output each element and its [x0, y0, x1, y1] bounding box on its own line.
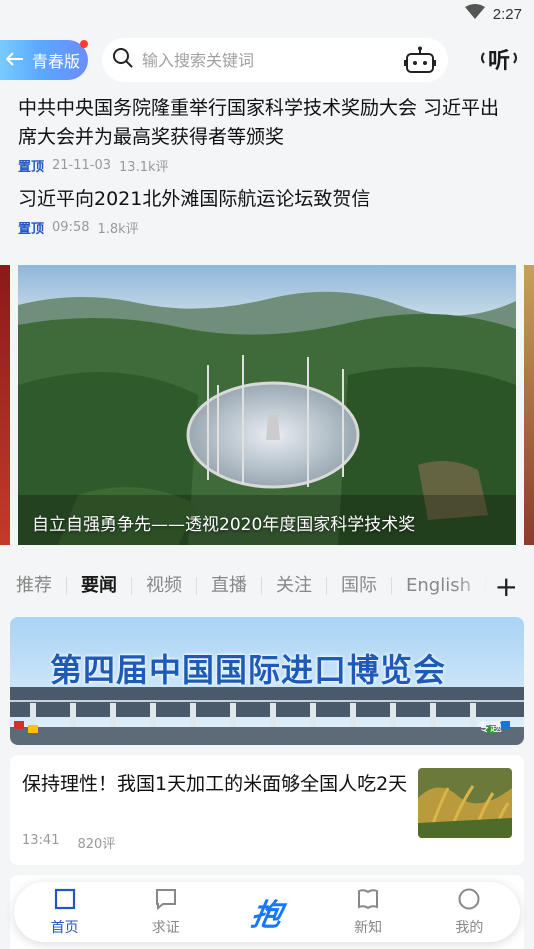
- robot-icon[interactable]: [404, 46, 436, 78]
- news-meta: 13:41 820评: [22, 833, 115, 852]
- status-time: 2:27: [492, 5, 522, 23]
- news-time: 13:41: [22, 833, 60, 848]
- nav-mine[interactable]: 我的: [434, 887, 504, 937]
- tab-video[interactable]: 视频: [146, 577, 197, 595]
- youth-version-button[interactable]: 青春版: [0, 40, 88, 80]
- hero-carousel[interactable]: 自立自强勇争先——透视2020年度国家科学技术奖: [0, 265, 534, 545]
- tab-follow[interactable]: 关注: [276, 577, 327, 595]
- pinned-badge: 置顶: [18, 222, 45, 237]
- tab-news[interactable]: 要闻: [81, 577, 132, 595]
- nav-home[interactable]: 首页: [30, 887, 100, 937]
- news-title: 保持理性！我国1天加工的米面够全国人吃2天: [22, 773, 408, 795]
- tab-live[interactable]: 直播: [211, 577, 262, 595]
- nav-newknow[interactable]: 新知: [333, 887, 403, 937]
- bottom-navigation: 首页 求证 抱 新知 我的: [14, 882, 520, 942]
- nav-verify-label: 求证: [151, 920, 180, 936]
- sound-wave-left-icon: [478, 50, 486, 69]
- carousel-caption: 自立自强勇争先——透视2020年度国家科学技术奖: [32, 515, 416, 535]
- channel-tabs: 推荐 要闻 视频 直播 关注 国际 English +: [0, 568, 534, 604]
- nav-home-label: 首页: [50, 920, 79, 936]
- headline-item[interactable]: 习近平向2021北外滩国际航运论坛致贺信 置顶 09:58 1.8k评: [18, 185, 516, 237]
- search-box[interactable]: [102, 38, 448, 82]
- headline-date: 21-11-03: [52, 158, 112, 173]
- tabs-fade: [454, 568, 494, 604]
- headline-comments: 1.8k评: [97, 222, 139, 237]
- topic-banner[interactable]: 第四届中国国际进口博览会 专题: [10, 617, 524, 745]
- youth-version-label: 青春版: [32, 52, 81, 71]
- search-icon: [112, 47, 134, 73]
- headline-item[interactable]: 中共中央国务院隆重举行国家科学技术奖励大会 习近平出席大会并为最高奖获得者等颁奖…: [18, 94, 516, 175]
- banner-title: 第四届中国国际进口博览会: [50, 651, 447, 689]
- arrow-left-icon: [5, 51, 24, 70]
- telescope-landscape-image: [18, 265, 516, 545]
- listen-label: 听: [487, 49, 510, 74]
- news-card[interactable]: 保持理性！我国1天加工的米面够全国人吃2天 13:41 820评: [10, 755, 524, 865]
- carousel-next-slide[interactable]: [524, 265, 534, 545]
- nav-mine-label: 我的: [455, 920, 484, 936]
- book-icon: [356, 887, 380, 915]
- headline-meta: 置顶 09:58 1.8k评: [18, 218, 516, 237]
- news-comments: 820评: [77, 837, 116, 852]
- headline-title: 中共中央国务院隆重举行国家科学技术奖励大会 习近平出席大会并为最高奖获得者等颁奖: [18, 97, 500, 148]
- sound-wave-right-icon: [512, 50, 520, 69]
- tab-international[interactable]: 国际: [341, 577, 392, 595]
- nav-verify[interactable]: 求证: [131, 887, 201, 937]
- add-channel-icon[interactable]: +: [495, 570, 518, 603]
- nav-center[interactable]: 抱: [232, 890, 302, 934]
- tab-recommend[interactable]: 推荐: [16, 577, 67, 595]
- wifi-icon: [464, 4, 485, 24]
- carousel-prev-slide[interactable]: [0, 265, 10, 545]
- pinned-badge: 置顶: [18, 160, 45, 175]
- banner-tag: 专题: [477, 720, 502, 734]
- listen-button[interactable]: 听: [478, 42, 520, 76]
- carousel-slide[interactable]: 自立自强勇争先——透视2020年度国家科学技术奖: [18, 265, 516, 545]
- headline-meta: 置顶 21-11-03 13.1k评: [18, 156, 516, 175]
- top-bar: 青春版 听: [0, 28, 534, 86]
- home-icon: [53, 887, 77, 915]
- nav-newknow-label: 新知: [354, 920, 383, 936]
- search-input[interactable]: [142, 50, 382, 70]
- profile-circle-icon: [457, 887, 481, 915]
- notification-dot: [80, 40, 88, 48]
- news-thumbnail: [418, 768, 512, 838]
- rice-field-image: [418, 768, 512, 838]
- headline-date: 09:58: [52, 220, 90, 235]
- headline-title: 习近平向2021北外滩国际航运论坛致贺信: [18, 188, 371, 210]
- nav-center-logo: 抱: [248, 898, 285, 933]
- chat-bubble-icon: [154, 887, 178, 915]
- headline-comments: 13.1k评: [119, 160, 169, 175]
- status-bar: 2:27: [0, 0, 534, 28]
- headlines-list: 中共中央国务院隆重举行国家科学技术奖励大会 习近平出席大会并为最高奖获得者等颁奖…: [0, 86, 534, 237]
